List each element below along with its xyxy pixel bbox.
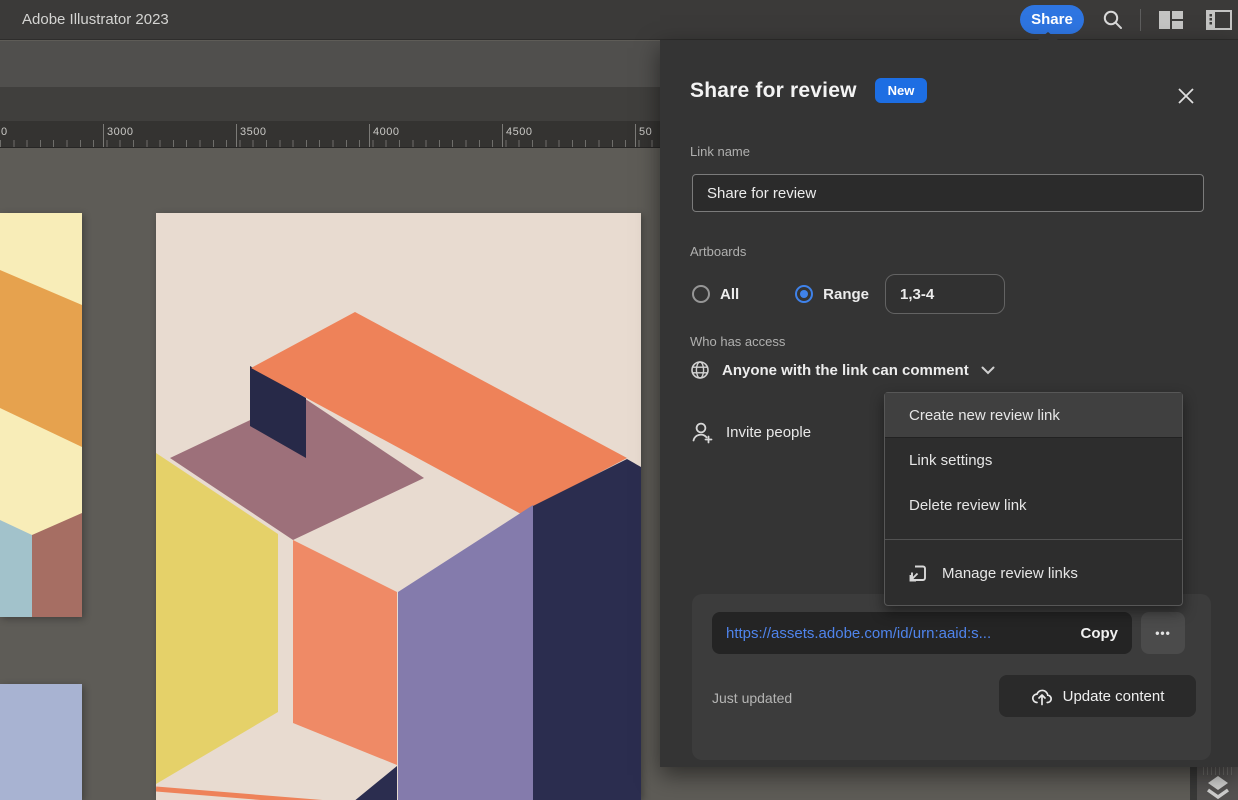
new-badge: New (875, 78, 928, 103)
invite-people-icon (690, 420, 715, 445)
toolbar-divider (1140, 9, 1141, 31)
review-link-url-field[interactable]: https://assets.adobe.com/id/urn:aaid:s..… (712, 612, 1132, 654)
ruler-label: 3500 (240, 126, 266, 138)
review-link-card: https://assets.adobe.com/id/urn:aaid:s..… (692, 594, 1211, 760)
share-for-review-panel: Share for review New Link name Artboards… (660, 40, 1238, 767)
review-link-url: https://assets.adobe.com/id/urn:aaid:s..… (726, 625, 1071, 642)
application-window: 0 3000 3500 4000 4500 50 Adobe Illustrat… (0, 0, 1238, 800)
invite-people-button[interactable]: Invite people (690, 420, 811, 445)
chevron-down-icon (981, 366, 995, 375)
dock-grip-ticks (1203, 767, 1234, 775)
artboard-bottom-partial[interactable] (0, 684, 82, 800)
manage-review-links-icon (907, 563, 928, 584)
review-link-context-menu: Create new review link Link settings Del… (884, 392, 1183, 606)
arrange-documents-icon[interactable] (1158, 10, 1184, 30)
menu-item-create-new-review-link[interactable]: Create new review link (885, 393, 1182, 438)
link-name-input[interactable] (692, 174, 1204, 212)
artboards-radio-row: All Range (692, 274, 1005, 314)
access-dropdown[interactable]: Anyone with the link can comment (690, 360, 995, 380)
radio-all[interactable] (692, 285, 710, 303)
globe-icon (690, 360, 710, 380)
right-dock[interactable] (1197, 767, 1238, 800)
workspace-switcher-icon[interactable] (1206, 10, 1232, 30)
menu-item-link-settings[interactable]: Link settings (885, 438, 1182, 483)
ruler-label: 4000 (373, 126, 399, 138)
manage-review-links-label: Manage review links (942, 565, 1078, 582)
dock-divider (1190, 767, 1197, 800)
artboards-label: Artboards (690, 244, 746, 259)
update-content-label: Update content (1063, 688, 1165, 705)
menu-item-manage-review-links[interactable]: Manage review links (885, 540, 1182, 606)
share-button[interactable]: Share (1020, 5, 1084, 34)
update-content-button[interactable]: Update content (999, 675, 1196, 717)
ruler-label: 4500 (506, 126, 532, 138)
update-status-text: Just updated (712, 690, 792, 706)
layers-icon[interactable] (1205, 775, 1231, 800)
more-options-button[interactable]: ••• (1141, 612, 1185, 654)
ruler-label: 3000 (107, 126, 133, 138)
link-name-label: Link name (690, 144, 750, 159)
access-value: Anyone with the link can comment (722, 362, 969, 379)
close-icon[interactable] (1176, 86, 1196, 106)
menu-item-delete-review-link[interactable]: Delete review link (885, 483, 1182, 528)
ruler-label: 0 (1, 126, 8, 138)
radio-all-label: All (720, 286, 739, 303)
radio-range[interactable] (795, 285, 813, 303)
panel-beak (1038, 32, 1058, 40)
artboard-left-partial[interactable] (0, 213, 82, 617)
ruler-label: 50 (639, 126, 652, 138)
range-input[interactable] (885, 274, 1005, 314)
search-icon[interactable] (1101, 8, 1125, 32)
cloud-upload-icon (1031, 687, 1053, 706)
copy-button[interactable]: Copy (1081, 625, 1119, 642)
who-has-access-label: Who has access (690, 334, 785, 349)
artboard-main[interactable] (156, 213, 641, 800)
radio-range-label: Range (823, 286, 869, 303)
panel-title: Share for review (690, 79, 857, 103)
app-title: Adobe Illustrator 2023 (22, 0, 169, 40)
invite-people-label: Invite people (726, 424, 811, 441)
